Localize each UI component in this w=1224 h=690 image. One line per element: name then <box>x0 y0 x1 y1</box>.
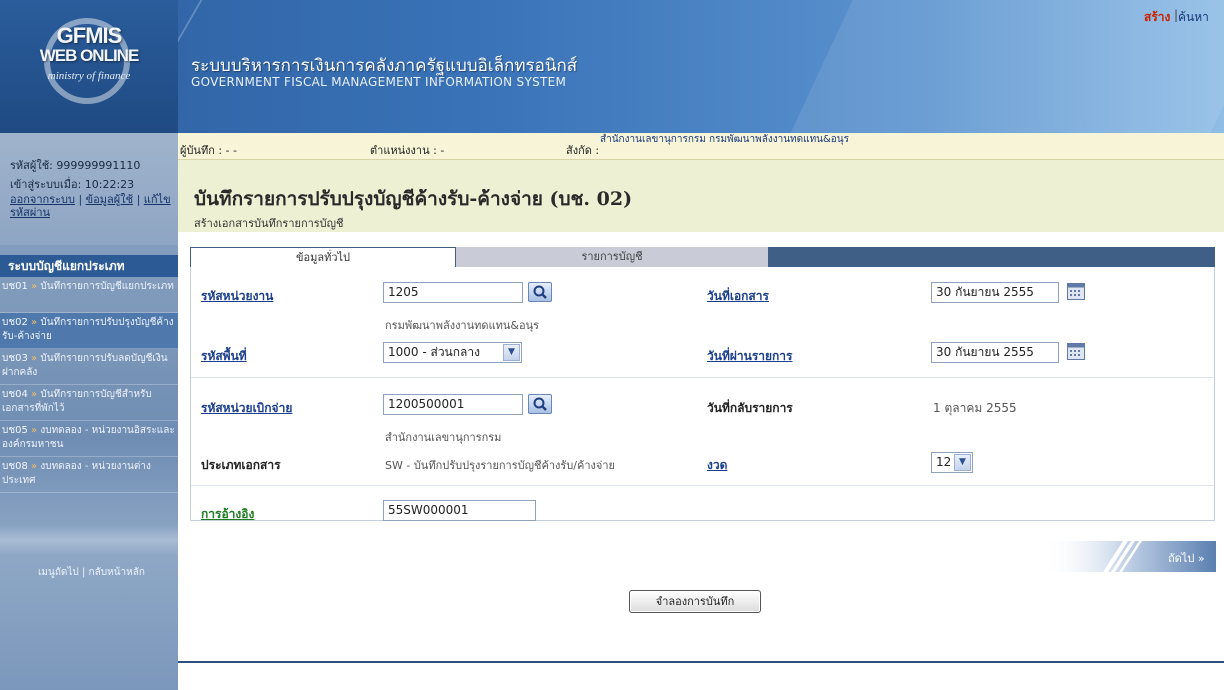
logo-subtitle: ministry of finance <box>47 70 131 82</box>
logo-title: GFMIS WEB ONLINE <box>0 23 178 66</box>
menu-item-label: งบทดลอง - หน่วยงานอิสระและองค์กรมหาชน <box>2 425 175 450</box>
posting-date-label[interactable]: วันที่ผ่านรายการ <box>707 347 793 366</box>
chevron-right-icon: » <box>31 281 38 292</box>
chevron-down-icon: ▼ <box>954 454 971 471</box>
row-divider <box>191 377 1214 378</box>
period-value: 12 <box>936 455 952 469</box>
affiliation-value: สำนักงานเลขานุการกรม กรมพัฒนาพลังงานทดแท… <box>600 134 850 145</box>
link-separator: | <box>81 567 86 578</box>
recorder-label: ผู้บันทึก : - - <box>180 144 237 157</box>
reverse-date-label: วันที่กลับรายการ <box>707 401 793 415</box>
link-separator: | <box>78 193 83 206</box>
menu-title: ระบบบัญชีแยกประเภท <box>0 255 178 277</box>
disbursement-unit-name: สำนักงานเลขานุการกรม <box>385 431 502 444</box>
chevron-right-icon: » <box>31 389 38 400</box>
disbursement-unit-search-button[interactable] <box>528 394 552 414</box>
chevron-down-icon: ▼ <box>503 344 520 361</box>
tab-bar: ข้อมูลทั่วไป รายการบัญชี <box>190 247 1215 267</box>
reverse-date-value: 1 ตุลาคม 2555 <box>933 401 1017 415</box>
document-form: รหัสหน่วยงาน 1205 วันที่เอกสาร 30 กันยาย… <box>190 267 1215 521</box>
menu-item-code: บช01 <box>2 281 28 292</box>
menu-item-gl02[interactable]: บช02 » บันทึกรายการปรับปรุงบัญชีค้างรับ-… <box>0 313 178 349</box>
link-separator: | <box>136 193 141 206</box>
disbursement-unit-label[interactable]: รหัสหน่วยเบิกจ่าย <box>201 399 292 418</box>
app-header: GFMIS WEB ONLINE ministry of finance ระบ… <box>0 0 1224 133</box>
calendar-icon[interactable] <box>1067 343 1085 360</box>
menu-item-gl01[interactable]: บช01 » บันทึกรายการบัญชีแยกประเภท <box>0 277 178 313</box>
user-id: รหัสผู้ใช้: 999999991110 <box>10 159 141 172</box>
search-link[interactable]: ค้นหา <box>1178 8 1209 27</box>
login-time: เข้าสู่ระบบเมื่อ: 10:22:23 <box>10 178 135 191</box>
footer-divider <box>178 661 1224 663</box>
user-info-link[interactable]: ข้อมูลผู้ใช้ <box>86 193 133 206</box>
search-icon <box>533 285 547 299</box>
period-select[interactable]: 12 ▼ <box>931 452 973 473</box>
chevron-right-icon: » <box>31 317 38 328</box>
menu-item-gl03[interactable]: บช03 » บันทึกรายการปรับลดบัญชีเงินฝากคลั… <box>0 349 178 385</box>
tab-general-info[interactable]: ข้อมูลทั่วไป <box>190 247 456 267</box>
menu-item-code: บช05 <box>2 425 28 436</box>
menu-item-label: บันทึกรายการบัญชีแยกประเภท <box>40 281 174 292</box>
affiliation-label: สังกัด : <box>566 144 600 157</box>
user-info-bar: ผู้บันทึก : - - ตำแหน่งงาน : - สังกัด : … <box>178 133 1224 160</box>
unit-name: กรมพัฒนาพลังงานทดแทน&อนุร <box>385 319 539 332</box>
home-link[interactable]: กลับหน้าหลัก <box>89 567 145 578</box>
calendar-icon[interactable] <box>1067 283 1085 300</box>
doc-type-value: SW - บันทึกปรับปรุงรายการบัญชีค้างรับ/ค้… <box>385 459 615 472</box>
doc-date-input[interactable]: 30 กันยายน 2555 <box>931 282 1059 303</box>
menu-item-gl05[interactable]: บช05 » งบทดลอง - หน่วยงานอิสระและองค์กรม… <box>0 421 178 457</box>
simulate-save-button[interactable]: จำลองการบันทึก <box>629 590 761 613</box>
area-code-select[interactable]: 1000 - ส่วนกลาง ▼ <box>383 342 522 363</box>
menu-item-code: บช04 <box>2 389 28 400</box>
menu-item-code: บช03 <box>2 353 28 364</box>
unit-code-search-button[interactable] <box>528 282 552 302</box>
user-panel: รหัสผู้ใช้: 999999991110 เข้าสู่ระบบเมื่… <box>0 133 178 245</box>
period-label[interactable]: งวด <box>707 456 727 475</box>
gfmis-logo: GFMIS WEB ONLINE ministry of finance <box>0 0 178 133</box>
menu-item-gl04[interactable]: บช04 » บันทึกรายการบัญชีสำหรับเอกสารที่พ… <box>0 385 178 421</box>
unit-code-input[interactable]: 1205 <box>383 282 523 303</box>
chevron-right-icon: » <box>31 425 38 436</box>
next-button[interactable]: ถัดไป » <box>1043 537 1216 576</box>
menu-item-gl08[interactable]: บช08 » งบทดลอง - หน่วยงานต่างประเทศ <box>0 457 178 493</box>
posting-date-input[interactable]: 30 กันยายน 2555 <box>931 342 1059 363</box>
create-link[interactable]: สร้าง <box>1144 8 1170 27</box>
search-icon <box>533 397 547 411</box>
doc-type-label: ประเภทเอกสาร <box>201 458 281 472</box>
sidebar-decoration <box>0 525 178 555</box>
reference-input[interactable]: 55SW000001 <box>383 500 536 521</box>
page-subtitle: สร้างเอกสารบันทึกรายการบัญชี <box>194 217 344 230</box>
system-name-english: GOVERNMENT FISCAL MANAGEMENT INFORMATION… <box>191 75 567 89</box>
page-title: บันทึกรายการปรับปรุงบัญชีค้างรับ-ค้างจ่า… <box>194 188 633 210</box>
position-label: ตำแหน่งงาน : - <box>370 144 445 157</box>
tab-account-items[interactable]: รายการบัญชี <box>456 247 768 267</box>
chevron-right-icon: » <box>31 353 38 364</box>
chevron-right-icon: » <box>31 461 38 472</box>
user-links: ออกจากระบบ | ข้อมูลผู้ใช้ | แก้ไขรหัสผ่า… <box>10 193 175 219</box>
doc-date-label[interactable]: วันที่เอกสาร <box>707 287 769 306</box>
sidebar: รหัสผู้ใช้: 999999991110 เข้าสู่ระบบเมื่… <box>0 133 178 690</box>
logo-title-line1: GFMIS <box>56 23 123 48</box>
logo-title-line2: WEB ONLINE <box>39 46 140 65</box>
reference-label[interactable]: การอ้างอิง <box>201 505 254 524</box>
menu-item-label: บันทึกรายการปรับปรุงบัญชีค้างรับ-ค้างจ่า… <box>2 317 174 342</box>
title-band: บันทึกรายการปรับปรุงบัญชีค้างรับ-ค้างจ่า… <box>178 160 1224 232</box>
disbursement-unit-input[interactable]: 1200500001 <box>383 394 523 415</box>
menu-item-code: บช02 <box>2 317 28 328</box>
area-code-label[interactable]: รหัสพื้นที่ <box>201 347 247 366</box>
row-divider <box>191 485 1214 486</box>
area-code-value: 1000 - ส่วนกลาง <box>388 345 480 359</box>
menu-item-code: บช08 <box>2 461 28 472</box>
next-button-label: ถัดไป » <box>1168 552 1205 565</box>
next-menu-link[interactable]: เมนูถัดไป <box>38 567 79 578</box>
sidebar-footer-links: เมนูถัดไป | กลับหน้าหลัก <box>38 565 145 580</box>
logout-link[interactable]: ออกจากระบบ <box>10 193 75 206</box>
unit-code-label[interactable]: รหัสหน่วยงาน <box>201 287 273 306</box>
